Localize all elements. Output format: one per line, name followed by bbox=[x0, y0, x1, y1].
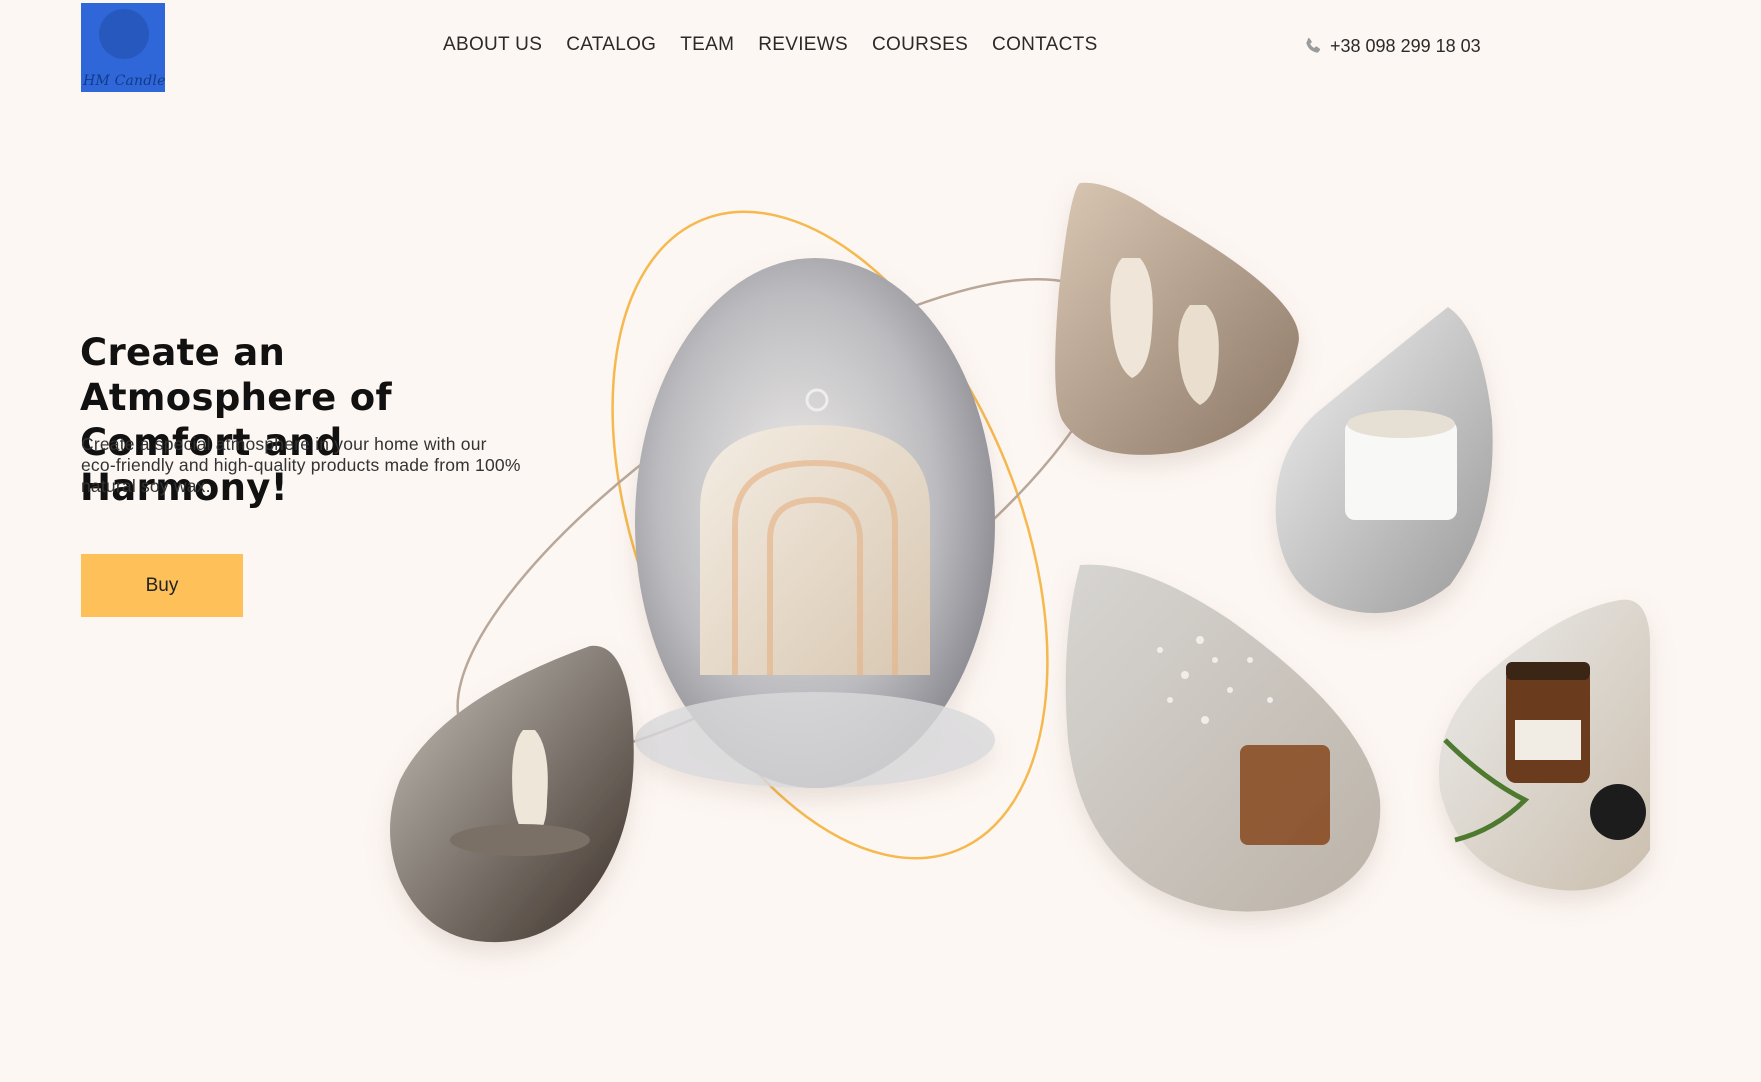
hero-photo-collage bbox=[390, 182, 1650, 943]
page: HM Candles ABOUT US CATALOG TEAM REVIEWS… bbox=[0, 0, 1761, 1082]
photo-smoky-torso bbox=[390, 645, 634, 943]
photo-arch-candle bbox=[635, 258, 995, 788]
photo-torso-candles bbox=[1055, 182, 1299, 455]
photo-coffee-candle bbox=[1438, 599, 1650, 891]
photo-flowers-candle bbox=[1065, 564, 1381, 912]
photo-white-candle bbox=[1275, 307, 1493, 614]
